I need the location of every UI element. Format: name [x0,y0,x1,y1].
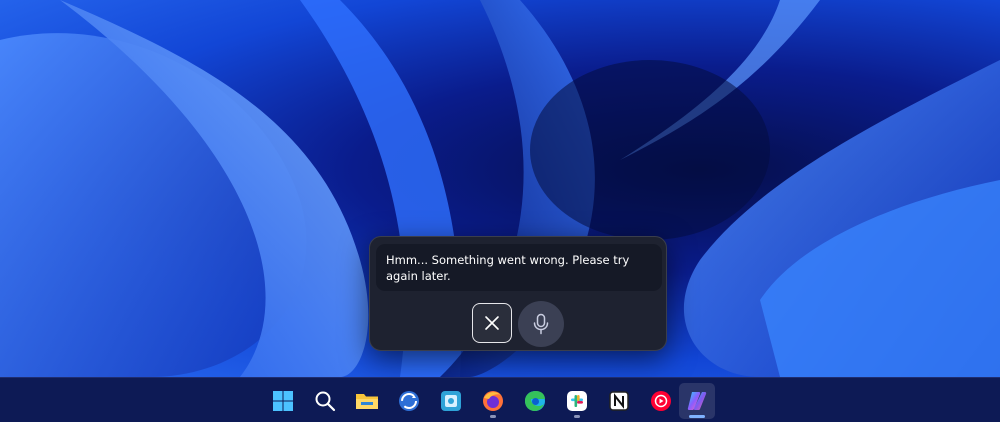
taskbar-copilot[interactable] [679,383,715,419]
firefox-icon [483,391,503,411]
taskbar-start[interactable] [265,383,301,419]
error-message: Hmm... Something went wrong. Please try … [386,253,630,283]
copilot-voice-panel: Hmm... Something went wrong. Please try … [369,236,667,351]
edge-icon [525,391,545,411]
taskbar-slack[interactable] [559,383,595,419]
taskbar-sync-app[interactable] [391,383,427,419]
taskbar-youtube-music[interactable] [643,383,679,419]
taskbar-edge[interactable] [517,383,553,419]
microphone-button[interactable] [518,301,564,347]
windows-logo-icon [273,391,293,411]
error-message-box: Hmm... Something went wrong. Please try … [376,244,662,291]
active-indicator [689,415,705,418]
slack-icon [567,391,587,411]
copilot-icon [687,392,707,410]
notion-icon [609,391,629,411]
taskbar-search[interactable] [307,383,343,419]
folder-icon [356,394,378,409]
running-indicator [574,415,580,418]
microphone-icon [533,313,549,335]
taskbar-screenshot-tool[interactable] [433,383,469,419]
sync-icon [399,391,419,411]
close-icon [485,316,499,330]
taskbar-firefox[interactable] [475,383,511,419]
snipping-icon [441,391,461,411]
search-icon [315,391,336,412]
taskbar-file-explorer[interactable] [349,383,385,419]
youtube-music-icon [651,391,671,411]
taskbar [0,377,1000,422]
running-indicator [490,415,496,418]
taskbar-notion[interactable] [601,383,637,419]
dismiss-button[interactable] [472,303,512,343]
